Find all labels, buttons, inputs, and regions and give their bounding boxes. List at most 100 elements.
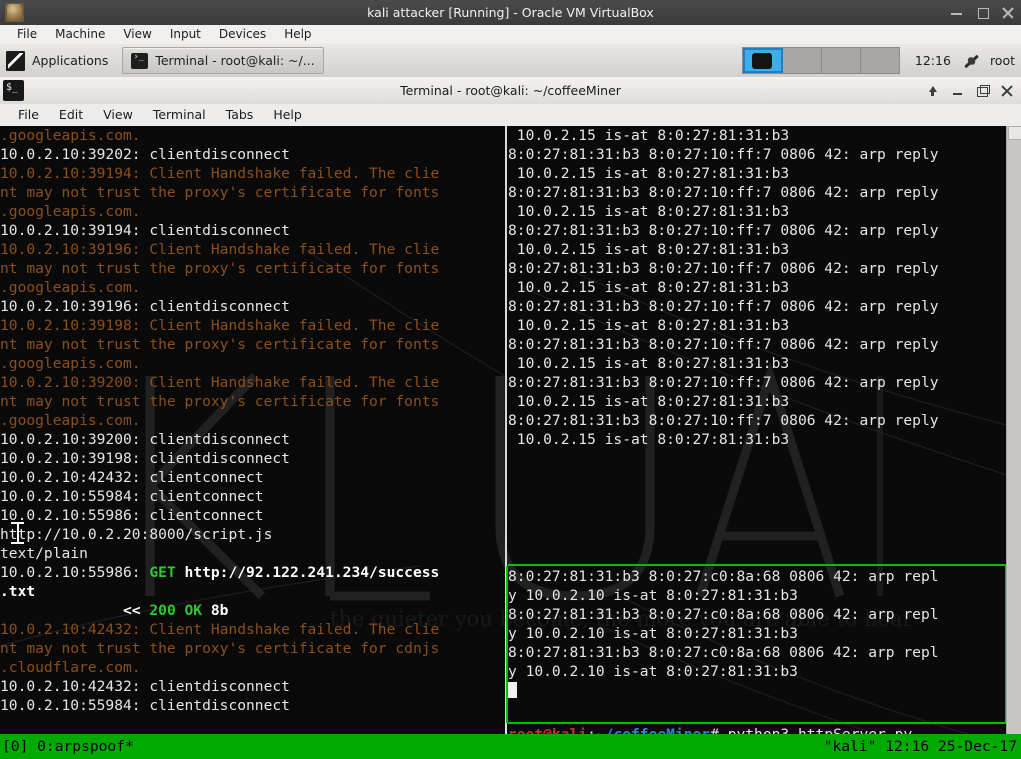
terminal-line: .googleapis.com. (0, 411, 504, 430)
terminal-line: .googleapis.com. (0, 202, 504, 221)
maximize-icon[interactable] (976, 84, 989, 97)
vbox-menu-help[interactable]: Help (275, 25, 320, 44)
tmux-session: .googleapis.com.10.0.2.10:39202: clientd… (0, 126, 1007, 759)
workspace-4[interactable] (861, 48, 899, 73)
terminal-line: 8:0:27:81:31:b3 8:0:27:c0:8a:68 0806 42:… (508, 605, 1005, 624)
terminal-line: nt may not trust the proxy's certificate… (0, 183, 504, 202)
mitmproxy-log-pane[interactable]: .googleapis.com.10.0.2.10:39202: clientd… (0, 126, 504, 731)
vbox-menu-file[interactable]: File (8, 25, 46, 44)
terminal-line: 8:0:27:81:31:b3 8:0:27:c0:8a:68 0806 42:… (508, 643, 1005, 662)
terminal-window: Terminal - root@kali: ~/coffeeMiner File… (0, 77, 1021, 759)
terminal-line: 8:0:27:81:31:b3 8:0:27:10:ff:7 0806 42: … (508, 297, 1007, 316)
terminal-line: 10.0.2.15 is-at 8:0:27:81:31:b3 (508, 354, 1007, 373)
terminal-line: 8:0:27:81:31:b3 8:0:27:10:ff:7 0806 42: … (508, 411, 1007, 430)
pane-divider-horizontal-top (508, 564, 1007, 566)
terminal-line: .googleapis.com. (0, 278, 504, 297)
terminal-line: y 10.0.2.10 is-at 8:0:27:81:31:b3 (508, 586, 1005, 605)
terminal-line: y 10.0.2.10 is-at 8:0:27:81:31:b3 (508, 662, 1005, 681)
status-tick (505, 726, 507, 734)
terminal-title-text: Terminal - root@kali: ~/coffeeMiner (0, 77, 1021, 104)
terminal-menubar: File Edit View Terminal Tabs Help (0, 104, 1021, 127)
terminal-line: nt may not trust the proxy's certificate… (0, 639, 504, 658)
maximize-icon[interactable] (976, 6, 989, 19)
close-icon[interactable] (1001, 84, 1014, 97)
terminal-line: .googleapis.com. (0, 126, 504, 145)
terminal-line: << 200 OK 8b (0, 601, 504, 620)
terminal-window-controls (926, 77, 1014, 104)
terminal-menu-help[interactable]: Help (263, 104, 312, 126)
arpspoof-victim-pane[interactable]: 8:0:27:81:31:b3 8:0:27:c0:8a:68 0806 42:… (508, 567, 1005, 721)
terminal-line: 10.0.2.10:55986: clientconnect (0, 506, 504, 525)
workspace-switcher[interactable] (742, 47, 900, 74)
terminal-line: text/plain (0, 544, 504, 563)
terminal-cursor (508, 681, 1005, 700)
terminal-line: 10.0.2.15 is-at 8:0:27:81:31:b3 (508, 392, 1007, 411)
virtualbox-window-controls (950, 0, 1015, 25)
terminal-line: .googleapis.com. (0, 354, 504, 373)
minimize-icon[interactable] (950, 6, 963, 19)
applications-menu-button[interactable]: Applications (0, 44, 116, 77)
terminal-line: 8:0:27:81:31:b3 8:0:27:10:ff:7 0806 42: … (508, 183, 1007, 202)
terminal-line: 10.0.2.15 is-at 8:0:27:81:31:b3 (508, 430, 1007, 449)
terminal-line: 10.0.2.10:39200: clientdisconnect (0, 430, 504, 449)
terminal-line: 10.0.2.10:39194: Client Handshake failed… (0, 164, 504, 183)
terminal-line: 8:0:27:81:31:b3 8:0:27:c0:8a:68 0806 42:… (508, 567, 1005, 586)
virtualbox-title-text: kali attacker [Running] - Oracle VM Virt… (0, 0, 1021, 25)
vbox-menu-view[interactable]: View (114, 25, 160, 44)
workspace-3[interactable] (822, 48, 861, 73)
virtualbox-window: kali attacker [Running] - Oracle VM Virt… (0, 0, 1021, 759)
workspace-1[interactable] (743, 48, 783, 73)
workspace-2[interactable] (783, 48, 822, 73)
terminal-line: 10.0.2.15 is-at 8:0:27:81:31:b3 (508, 202, 1007, 221)
terminal-line: 8:0:27:81:31:b3 8:0:27:10:ff:7 0806 42: … (508, 259, 1007, 278)
terminal-line: 10.0.2.10:39202: clientdisconnect (0, 145, 504, 164)
tmux-status-left: [0] 0:arpspoof* (0, 734, 134, 759)
arpspoof-gateway-pane[interactable]: 10.0.2.15 is-at 8:0:27:81:31:b38:0:27:81… (508, 126, 1007, 559)
terminal-line: 10.0.2.15 is-at 8:0:27:81:31:b3 (508, 316, 1007, 335)
vbox-menu-machine[interactable]: Machine (46, 25, 114, 44)
terminal-line: nt may not trust the proxy's certificate… (0, 392, 504, 411)
pen-tool-icon[interactable] (960, 50, 982, 72)
terminal-line: 10.0.2.10:55984: clientdisconnect (0, 696, 504, 715)
terminal-content[interactable]: the quieter you become, the more you are… (0, 126, 1021, 759)
terminal-menu-view[interactable]: View (93, 104, 143, 126)
minimize-icon[interactable] (951, 84, 964, 97)
virtualbox-menubar: File Machine View Input Devices Help (0, 25, 1021, 45)
terminal-line: 10.0.2.10:55984: clientconnect (0, 487, 504, 506)
kali-dragon-icon (6, 51, 25, 71)
tmux-status-right: "kali" 12:16 25-Dec-17 (824, 734, 1021, 759)
terminal-line: 10.0.2.10:42432: Client Handshake failed… (0, 620, 504, 639)
vbox-menu-input[interactable]: Input (161, 25, 210, 44)
terminal-line: nt may not trust the proxy's certificate… (0, 335, 504, 354)
terminal-icon (131, 53, 148, 69)
panel-username: root (982, 53, 1021, 68)
terminal-line: 8:0:27:81:31:b3 8:0:27:10:ff:7 0806 42: … (508, 145, 1007, 164)
terminal-line: 8:0:27:81:31:b3 8:0:27:10:ff:7 0806 42: … (508, 221, 1007, 240)
scrollbar-thumb[interactable] (1008, 126, 1021, 140)
pane-divider-horizontal-bottom (508, 722, 1007, 724)
roll-up-icon[interactable] (926, 84, 939, 97)
applications-label: Applications (32, 53, 108, 68)
close-icon[interactable] (1002, 6, 1015, 19)
terminal-menu-terminal[interactable]: Terminal (143, 104, 216, 126)
terminal-line: 10.0.2.15 is-at 8:0:27:81:31:b3 (508, 278, 1007, 297)
taskbar-item-terminal[interactable]: Terminal - root@kali: ~/... (122, 47, 323, 74)
terminal-line: 8:0:27:81:31:b3 8:0:27:10:ff:7 0806 42: … (508, 373, 1007, 392)
terminal-line: 10.0.2.10:55986: GET http://92.122.241.2… (0, 563, 504, 582)
terminal-menu-tabs[interactable]: Tabs (216, 104, 264, 126)
terminal-line: 8:0:27:81:31:b3 8:0:27:10:ff:7 0806 42: … (508, 335, 1007, 354)
terminal-line: nt may not trust the proxy's certificate… (0, 259, 504, 278)
terminal-line: 10.0.2.15 is-at 8:0:27:81:31:b3 (508, 164, 1007, 183)
terminal-line: http://10.0.2.20:8000/script.js (0, 525, 504, 544)
terminal-menu-edit[interactable]: Edit (49, 104, 93, 126)
terminal-menu-file[interactable]: File (8, 104, 49, 126)
terminal-line: 10.0.2.10:42432: clientdisconnect (0, 677, 504, 696)
terminal-scrollbar[interactable] (1006, 126, 1021, 759)
taskbar-item-label: Terminal - root@kali: ~/... (155, 53, 314, 68)
tmux-status-bar: [0] 0:arpspoof* "kali" 12:16 25-Dec-17 (0, 734, 1021, 759)
virtualbox-titlebar: kali attacker [Running] - Oracle VM Virt… (0, 0, 1021, 26)
terminal-line: 10.0.2.10:39198: clientdisconnect (0, 449, 504, 468)
terminal-line: .txt (0, 582, 504, 601)
vbox-menu-devices[interactable]: Devices (210, 25, 275, 44)
terminal-line: 10.0.2.10:39196: Client Handshake failed… (0, 240, 504, 259)
